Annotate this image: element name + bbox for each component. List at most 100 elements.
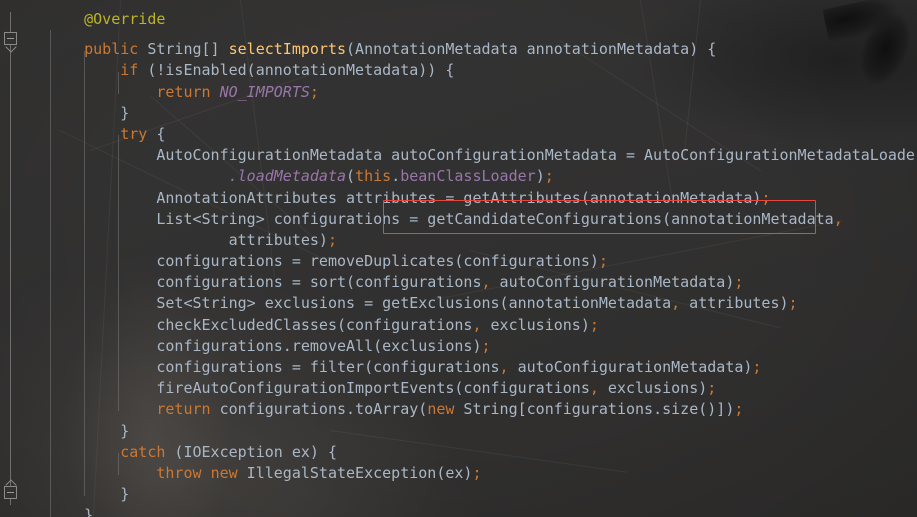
code-line[interactable]: Set<String> exclusions = getExclusions(a… bbox=[24, 293, 917, 314]
code-token: this bbox=[355, 167, 392, 186]
code-token: ; bbox=[589, 315, 599, 334]
code-line[interactable]: attributes); bbox=[24, 230, 917, 251]
code-token: ; bbox=[761, 188, 771, 207]
code-line[interactable]: configurations = sort(configurations, au… bbox=[24, 272, 917, 293]
code-text-area[interactable]: @Override public String[] selectImports(… bbox=[24, 0, 917, 517]
code-token: if bbox=[120, 61, 139, 80]
code-line[interactable]: configurations = filter(configurations, … bbox=[24, 357, 917, 378]
code-token: , bbox=[481, 273, 491, 292]
code-token: configurations.toArray( bbox=[210, 400, 428, 419]
code-token: ; bbox=[544, 167, 554, 186]
code-token: configurations = filter(configurations bbox=[48, 358, 500, 376]
code-token: catch bbox=[120, 442, 166, 461]
code-line[interactable]: } bbox=[24, 103, 917, 124]
code-token: ; bbox=[309, 82, 319, 101]
code-line[interactable]: checkExcludedClasses(configurations, exc… bbox=[24, 315, 917, 336]
code-token: AutoConfigurationMetadata autoConfigurat… bbox=[48, 146, 917, 165]
code-token: exclusions) bbox=[598, 379, 708, 398]
code-line[interactable]: @Override bbox=[24, 0, 917, 39]
code-line[interactable]: configurations.removeAll(exclusions); bbox=[24, 336, 917, 357]
code-line[interactable]: if (!isEnabled(annotationMetadata)) { bbox=[24, 60, 917, 81]
code-token: new bbox=[427, 400, 455, 419]
code-line[interactable]: return configurations.toArray(new String… bbox=[24, 399, 917, 420]
code-token: configurations = removeDuplicates(config… bbox=[48, 252, 599, 271]
code-token: AnnotationAttributes attributes = getAtt… bbox=[48, 188, 762, 207]
code-token: String[] bbox=[138, 40, 229, 59]
code-token: ) bbox=[535, 167, 545, 186]
code-token: ; bbox=[598, 252, 608, 271]
code-token: . bbox=[391, 167, 401, 186]
code-token: .loadMetadata bbox=[228, 167, 347, 186]
code-token: ; bbox=[327, 230, 337, 249]
code-token: } bbox=[48, 103, 130, 122]
code-token: IllegalStateException(ex) bbox=[237, 463, 473, 482]
code-token: } bbox=[48, 421, 130, 440]
code-token: throw bbox=[156, 463, 202, 482]
code-token: } bbox=[48, 485, 130, 504]
code-line[interactable]: fireAutoConfigurationImportEvents(config… bbox=[24, 378, 917, 399]
code-token: ; bbox=[481, 336, 491, 355]
code-token: (AnnotationMetadata annotationMetadata) … bbox=[346, 40, 717, 59]
code-token: selectImports bbox=[228, 40, 347, 59]
code-token: ; bbox=[472, 463, 482, 482]
code-token: ; bbox=[788, 294, 798, 313]
code-token: , bbox=[671, 294, 681, 313]
code-token: , bbox=[589, 379, 599, 398]
code-line[interactable]: configurations = removeDuplicates(config… bbox=[24, 251, 917, 272]
code-token: String[configurations.size()]) bbox=[454, 400, 735, 419]
code-token: attributes) bbox=[48, 230, 328, 249]
code-line[interactable]: AutoConfigurationMetadata autoConfigurat… bbox=[24, 145, 917, 166]
code-token: return bbox=[156, 400, 211, 419]
code-line[interactable]: } bbox=[24, 484, 917, 505]
code-token: return bbox=[156, 82, 211, 101]
code-token: checkExcludedClasses(configurations bbox=[48, 315, 473, 334]
code-token: exclusions) bbox=[481, 315, 590, 334]
code-token: ; bbox=[734, 400, 744, 419]
code-lines[interactable]: @Override public String[] selectImports(… bbox=[24, 0, 917, 517]
code-token: { bbox=[147, 124, 166, 143]
code-token: List<String> configurations = getCandida… bbox=[48, 209, 834, 228]
code-token: , bbox=[833, 209, 843, 228]
code-token: new bbox=[210, 463, 238, 482]
code-token: beanClassLoader bbox=[400, 167, 536, 186]
code-token: (IOException ex) { bbox=[165, 442, 337, 461]
code-line[interactable]: } bbox=[24, 421, 917, 442]
code-line[interactable]: } bbox=[24, 505, 917, 517]
code-token: ( bbox=[346, 167, 356, 186]
code-line[interactable]: throw new IllegalStateException(ex); bbox=[24, 463, 917, 484]
code-token: NO_IMPORTS bbox=[219, 82, 310, 101]
code-line[interactable]: List<String> configurations = getCandida… bbox=[24, 209, 917, 230]
code-token: , bbox=[499, 358, 509, 376]
fold-region-line bbox=[10, 12, 11, 505]
code-token: configurations = sort(configurations bbox=[48, 273, 482, 292]
code-token: @Override bbox=[84, 10, 166, 28]
code-token: public bbox=[84, 40, 139, 59]
code-token: (!isEnabled(annotationMetadata)) { bbox=[138, 61, 455, 80]
code-line[interactable]: public String[] selectImports(Annotation… bbox=[24, 39, 917, 60]
code-line[interactable]: catch (IOException ex) { bbox=[24, 442, 917, 463]
editor-gutter[interactable] bbox=[0, 0, 24, 517]
code-token: Set<String> exclusions = getExclusions(a… bbox=[48, 294, 672, 313]
code-token: autoConfigurationMetadata) bbox=[490, 273, 735, 292]
code-token: configurations.removeAll(exclusions) bbox=[48, 336, 482, 355]
code-line[interactable]: AnnotationAttributes attributes = getAtt… bbox=[24, 188, 917, 209]
code-editor-window[interactable]: @Override public String[] selectImports(… bbox=[0, 0, 917, 517]
code-token: fireAutoConfigurationImportEvents(config… bbox=[48, 379, 590, 398]
code-token: ; bbox=[707, 379, 717, 398]
code-line[interactable]: return NO_IMPORTS; bbox=[24, 82, 917, 103]
code-line[interactable]: .loadMetadata(this.beanClassLoader); bbox=[24, 166, 917, 187]
code-token: } bbox=[48, 506, 94, 517]
code-line[interactable]: try { bbox=[24, 124, 917, 145]
code-token: ; bbox=[752, 358, 762, 376]
